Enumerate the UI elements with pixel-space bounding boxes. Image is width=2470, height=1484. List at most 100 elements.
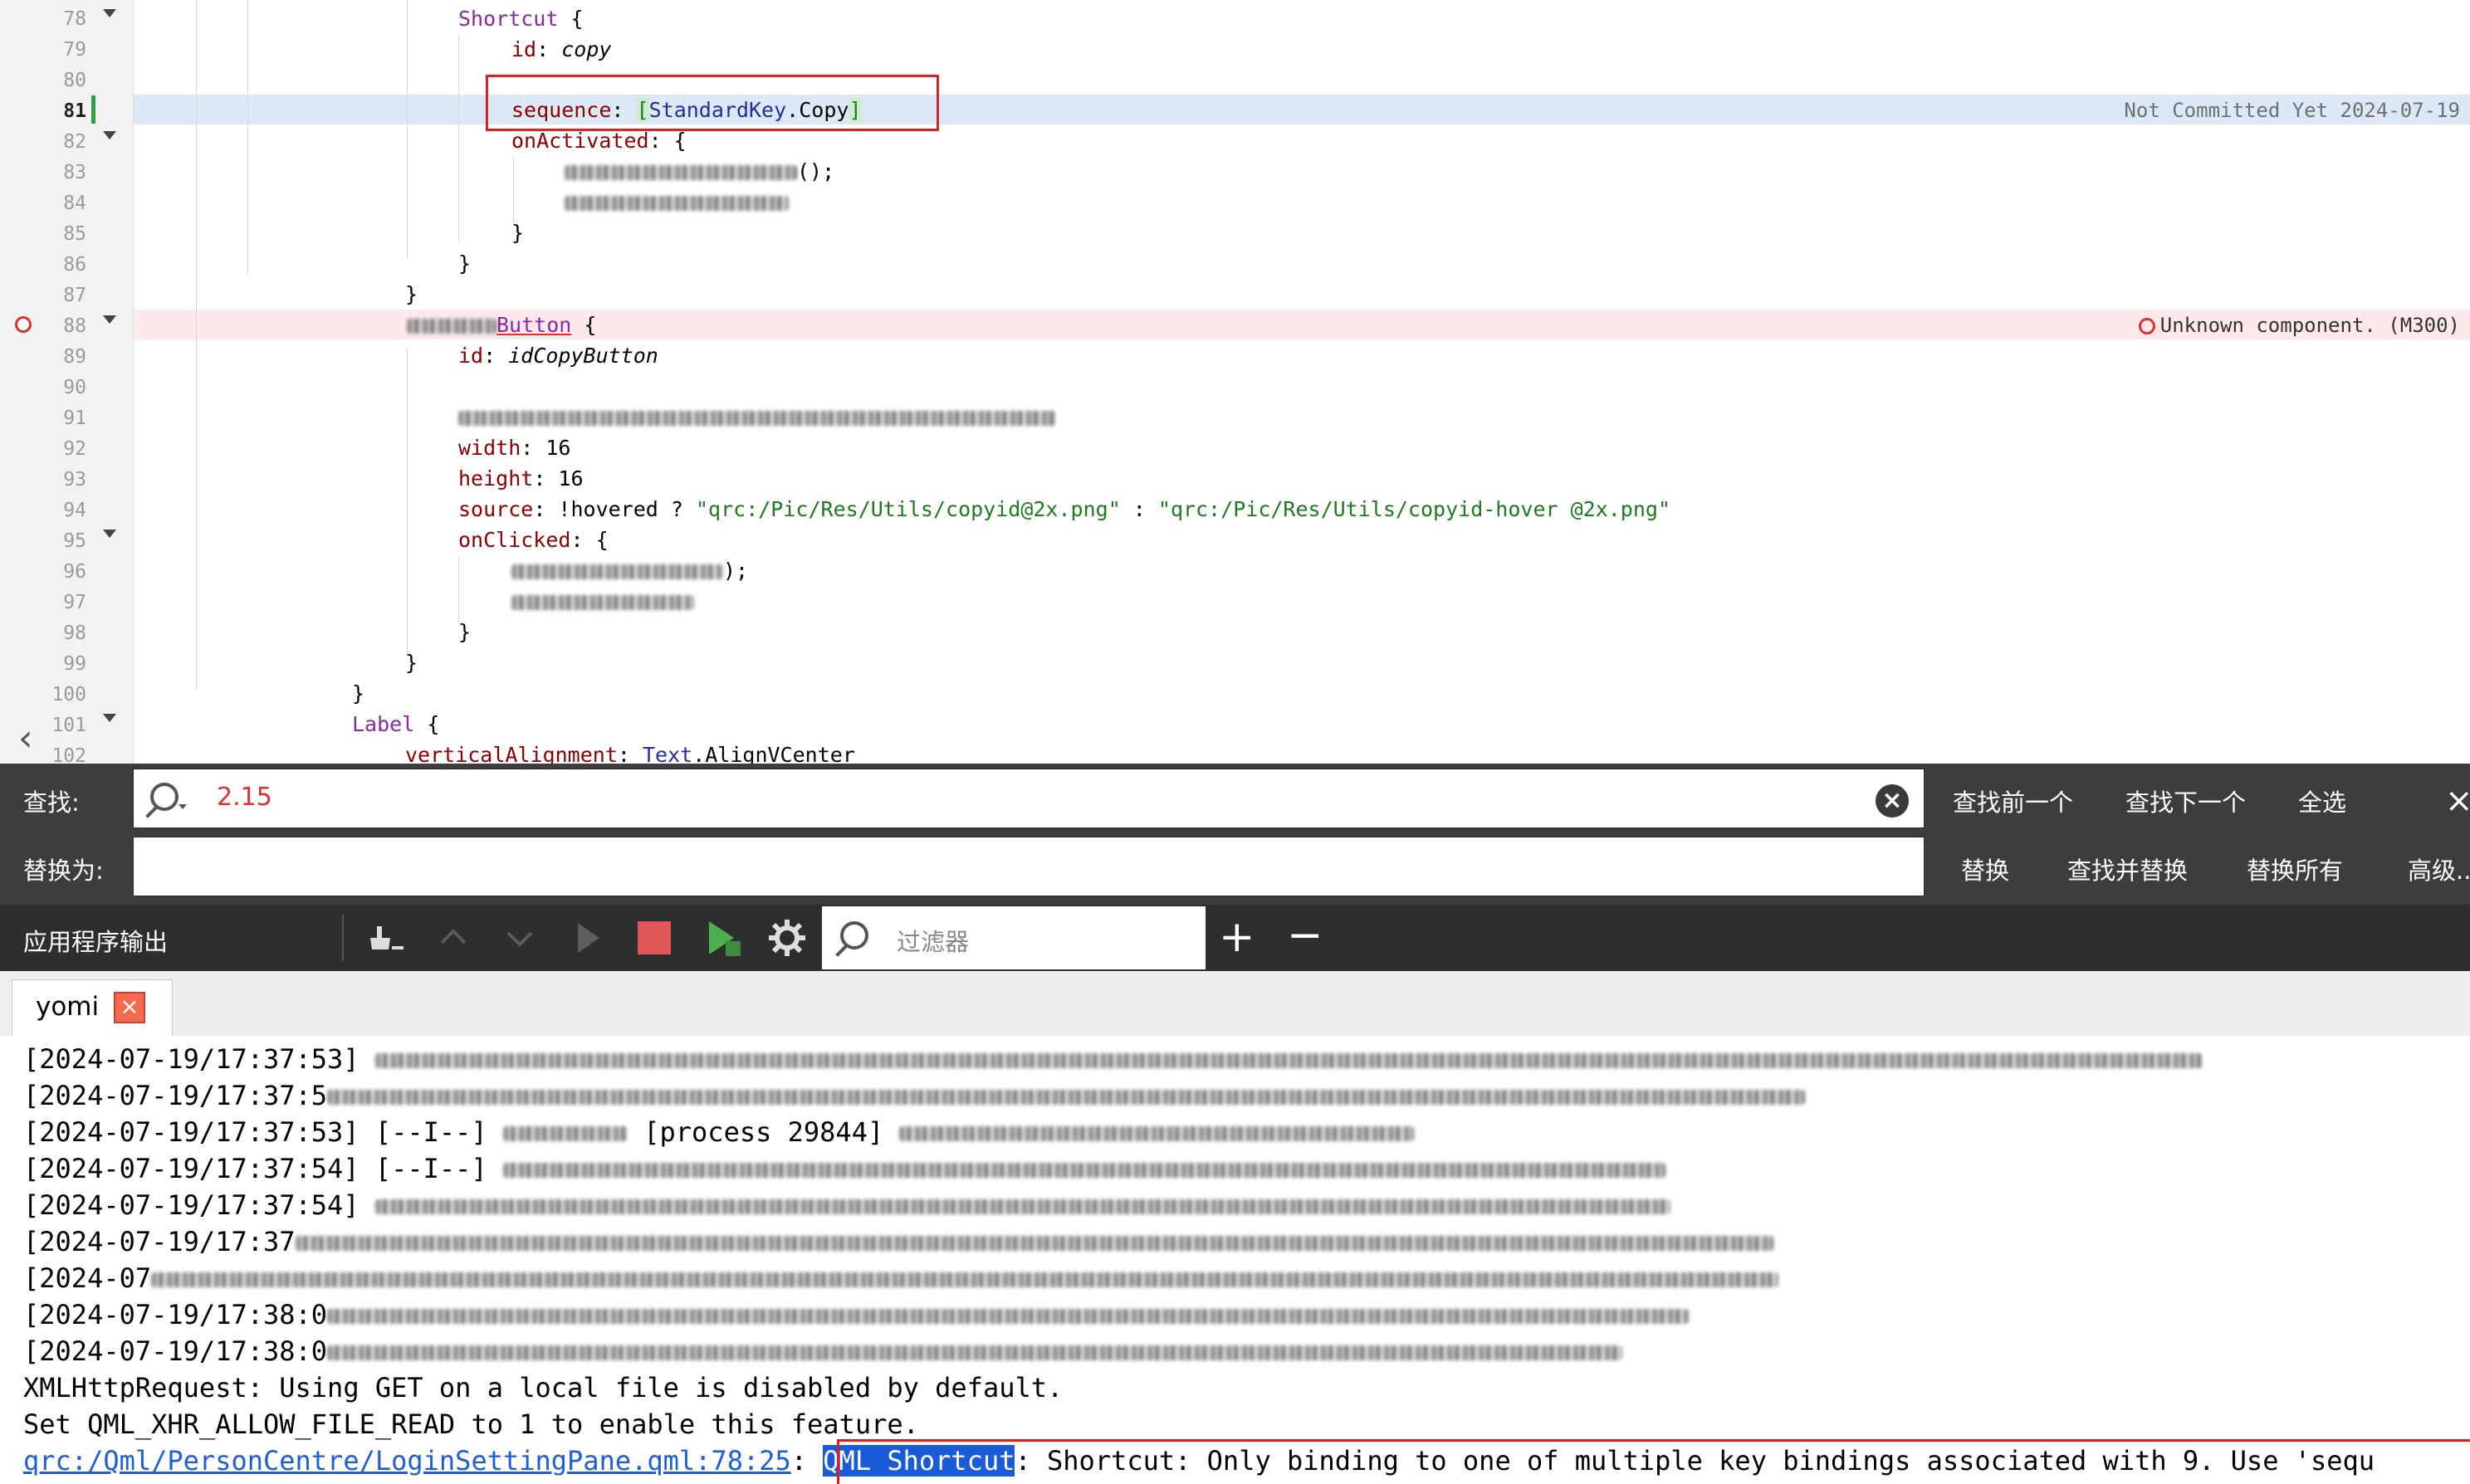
code-line: verticalAlignment: Text.AlignVCenter	[405, 743, 855, 764]
chevron-up-icon[interactable]	[432, 916, 475, 959]
line-number[interactable]: 100	[0, 680, 86, 710]
line-number[interactable]: 101	[0, 710, 86, 740]
line-number[interactable]: 88	[0, 311, 86, 341]
line-number[interactable]: 96	[0, 557, 86, 587]
gear-icon[interactable]	[765, 916, 809, 959]
line-number[interactable]: 98	[0, 618, 86, 648]
close-icon[interactable]: ×	[2445, 782, 2470, 820]
run-icon[interactable]	[566, 916, 609, 959]
find-label: 查找:	[23, 788, 80, 817]
advanced-button[interactable]: 高级...	[2408, 852, 2470, 886]
fold-arrow-icon[interactable]	[103, 131, 116, 139]
line-number[interactable]: 97	[0, 588, 86, 618]
error-marker-icon[interactable]	[15, 316, 32, 333]
find-previous-button[interactable]: 查找前一个	[1953, 783, 2073, 818]
line-number[interactable]: 90	[0, 373, 86, 403]
line-number[interactable]: 80	[0, 66, 86, 95]
code-line: }	[511, 221, 525, 245]
line-number[interactable]: 86	[0, 250, 86, 280]
line-number[interactable]: 91	[0, 403, 86, 433]
find-input[interactable]: 2.15 ×	[133, 769, 1925, 828]
replace-label: 替换为:	[23, 857, 104, 885]
blurred-text	[899, 1126, 1415, 1141]
find-and-replace-button[interactable]: 查找并替换	[2067, 852, 2188, 886]
line-number[interactable]: 94	[0, 495, 86, 525]
line-number[interactable]: 93	[0, 465, 86, 495]
stop-icon[interactable]	[633, 916, 676, 959]
indent-guide	[407, 0, 408, 259]
filter-input[interactable]: 过滤器	[822, 906, 1206, 969]
log-line: [2024-07-19/17:38:0	[23, 1333, 1623, 1369]
code-line: Button {	[407, 310, 596, 340]
log-line: Set QML_XHR_ALLOW_FILE_READ to 1 to enab…	[23, 1408, 919, 1440]
highlight-box	[486, 75, 939, 131]
line-number[interactable]: 83	[0, 158, 86, 188]
blurred-text	[374, 1053, 2202, 1068]
toolbar-divider	[342, 915, 344, 961]
indent-guide	[407, 349, 408, 656]
chevron-down-icon[interactable]	[498, 916, 541, 959]
code-editor[interactable]: 78 79 80 81 82 83 84 85 86 87 88 89 90 91 92 93 94 95 96 97…	[0, 0, 2470, 764]
line-number[interactable]: 79	[0, 35, 86, 65]
error-icon	[2138, 318, 2155, 334]
indent-guide	[513, 158, 514, 224]
replace-button[interactable]: 替换	[1961, 852, 2009, 886]
line-number[interactable]: 102	[0, 741, 86, 764]
code-line: }	[458, 251, 472, 276]
line-number[interactable]: 81	[0, 96, 86, 126]
select-all-button[interactable]: 全选	[2298, 783, 2346, 818]
search-icon[interactable]	[150, 783, 179, 811]
blurred-text	[327, 1345, 1623, 1360]
log-line: XMLHttpRequest: Using GET on a local fil…	[23, 1372, 1064, 1403]
clear-output-icon[interactable]	[365, 916, 408, 959]
chevron-left-icon[interactable]: ‹	[18, 720, 33, 757]
tab-label[interactable]: yomi	[36, 992, 99, 1022]
blurred-text	[511, 564, 723, 579]
blurred-text	[407, 319, 496, 334]
line-number[interactable]: 78	[0, 4, 86, 34]
zoom-out-button[interactable]: −	[1287, 906, 1323, 964]
zoom-in-button[interactable]: +	[1219, 908, 1255, 966]
line-number[interactable]: 84	[0, 188, 86, 218]
close-tab-icon[interactable]: ×	[114, 992, 145, 1023]
line-number[interactable]: 89	[0, 342, 86, 372]
line-number[interactable]: 87	[0, 281, 86, 310]
find-input-value[interactable]: 2.15	[217, 783, 272, 812]
fold-arrow-icon[interactable]	[103, 530, 116, 538]
replace-all-button[interactable]: 替换所有	[2247, 852, 2343, 886]
debug-run-icon[interactable]	[701, 916, 744, 959]
code-line: width: 16	[458, 436, 571, 460]
code-line: );	[511, 556, 748, 586]
log-line: [2024-07-19/17:37:54]	[23, 1187, 1670, 1223]
fold-arrow-icon[interactable]	[103, 9, 116, 17]
line-number[interactable]: 95	[0, 526, 86, 556]
code-line: onActivated: {	[511, 129, 687, 153]
line-number[interactable]: 92	[0, 434, 86, 464]
application-output[interactable]: [2024-07-19/17:37:53] [2024-07-19/17:37:…	[0, 1036, 2470, 1484]
line-number[interactable]: 85	[0, 219, 86, 249]
code-line	[511, 587, 694, 617]
chevron-down-icon[interactable]	[179, 804, 187, 809]
find-next-button[interactable]: 查找下一个	[2125, 783, 2246, 818]
highlight-box	[837, 1439, 2470, 1484]
line-number[interactable]: 82	[0, 127, 86, 157]
code-line: }	[405, 651, 418, 675]
source-link[interactable]: qrc:/Qml/PersonCentre/LoginSettingPane.q…	[23, 1445, 791, 1477]
indent-guide	[458, 556, 459, 622]
error-annotation[interactable]: Unknown component. (M300)	[2138, 310, 2460, 340]
indent-guide	[196, 0, 197, 689]
code-line: }	[458, 620, 472, 644]
log-line: [2024-07-19/17:37:53]	[23, 1041, 2202, 1077]
log-line: [2024-07-19/17:37	[23, 1223, 1773, 1260]
indent-guide	[247, 0, 248, 274]
code-line: }	[352, 681, 365, 705]
log-line: [2024-07-19/17:37:54] [--I--]	[23, 1150, 1665, 1187]
modified-line-marker	[91, 95, 95, 124]
clear-icon[interactable]: ×	[1876, 784, 1909, 818]
tab-yomi[interactable]: yomi ×	[12, 979, 173, 1037]
fold-arrow-icon[interactable]	[103, 315, 116, 324]
line-number[interactable]: 99	[0, 649, 86, 679]
panel-title: 应用程序输出	[23, 928, 169, 956]
replace-input[interactable]	[133, 837, 1925, 896]
fold-arrow-icon[interactable]	[103, 714, 116, 722]
